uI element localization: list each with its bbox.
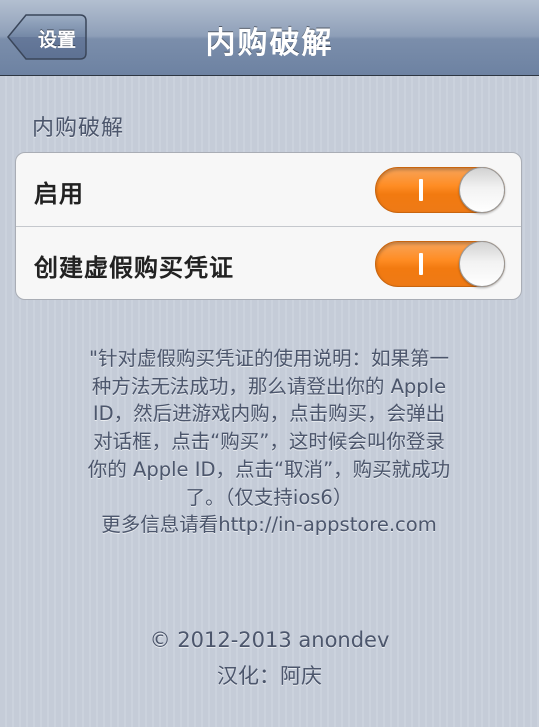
switch-knob: [459, 241, 505, 287]
section-header: 内购破解: [32, 116, 125, 141]
setting-label-enable: 启用: [34, 180, 84, 208]
fake-receipt-toggle[interactable]: [375, 241, 505, 287]
switch-knob: [459, 167, 505, 213]
navigation-bar: 设置 内购破解: [0, 0, 539, 76]
description-line: 你的 Apple ID，点击“取消”，购买就成功: [87, 457, 451, 481]
description-line: 对话框，点击“购买”，这时候会叫你登录: [93, 430, 445, 454]
setting-row-enable: 启用: [16, 153, 521, 227]
description-line: 了。（仅支持ios6）: [185, 485, 353, 509]
usage-description: "针对虚假购买凭证的使用说明：如果第一 种方法无法成功，那么请登出你的 Appl…: [24, 345, 514, 539]
more-info-line: 更多信息请看http://in-appstore.com: [101, 513, 437, 537]
page-title: 内购破解: [205, 26, 334, 61]
copyright-text: © 2012-2013 anondev: [149, 628, 390, 652]
settings-group: 启用 创建虚假购买凭证: [15, 152, 522, 300]
setting-label-fake-receipt: 创建虚假购买凭证: [34, 254, 234, 282]
description-line: ID，然后进游戏内购，点击购买，会弹出: [92, 402, 446, 426]
switch-on-icon: [419, 179, 423, 201]
enable-toggle[interactable]: [375, 167, 505, 213]
switch-on-icon: [419, 253, 423, 275]
translator-credit: 汉化：阿庆: [217, 664, 322, 688]
setting-row-fake-receipt: 创建虚假购买凭证: [16, 227, 521, 299]
description-line: "针对虚假购买凭证的使用说明：如果第一: [89, 347, 449, 370]
description-line: 种方法无法成功，那么请登出你的 Apple: [91, 374, 447, 398]
